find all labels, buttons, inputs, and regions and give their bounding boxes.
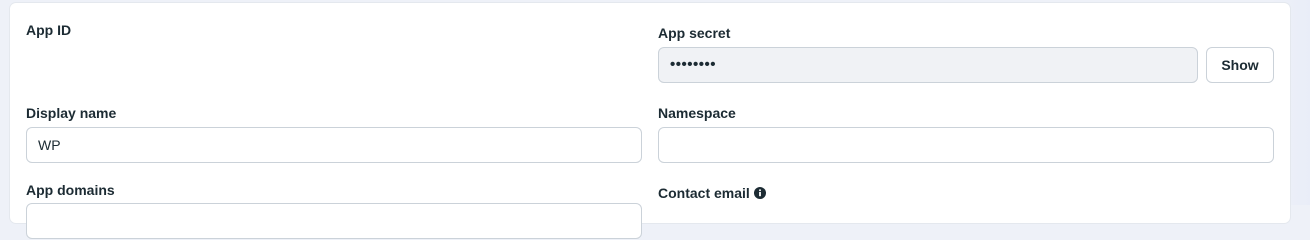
app-domains-label: App domains xyxy=(26,182,115,198)
info-circle-icon[interactable] xyxy=(753,185,766,199)
namespace-label: Namespace xyxy=(658,105,736,121)
app-id-label: App ID xyxy=(26,22,72,38)
app-domains-input[interactable] xyxy=(26,203,642,239)
namespace-input[interactable] xyxy=(658,127,1274,163)
show-secret-button[interactable]: Show xyxy=(1206,47,1274,83)
display-name-input[interactable]: WP xyxy=(26,127,642,163)
contact-email-label: Contact email xyxy=(658,185,750,201)
contact-email-label-row: Contact email xyxy=(658,184,766,202)
display-name-label: Display name xyxy=(26,105,117,121)
app-secret-label: App secret xyxy=(658,25,731,41)
app-secret-field: •••••••• xyxy=(658,47,1198,83)
basic-settings-panel xyxy=(10,3,1290,223)
